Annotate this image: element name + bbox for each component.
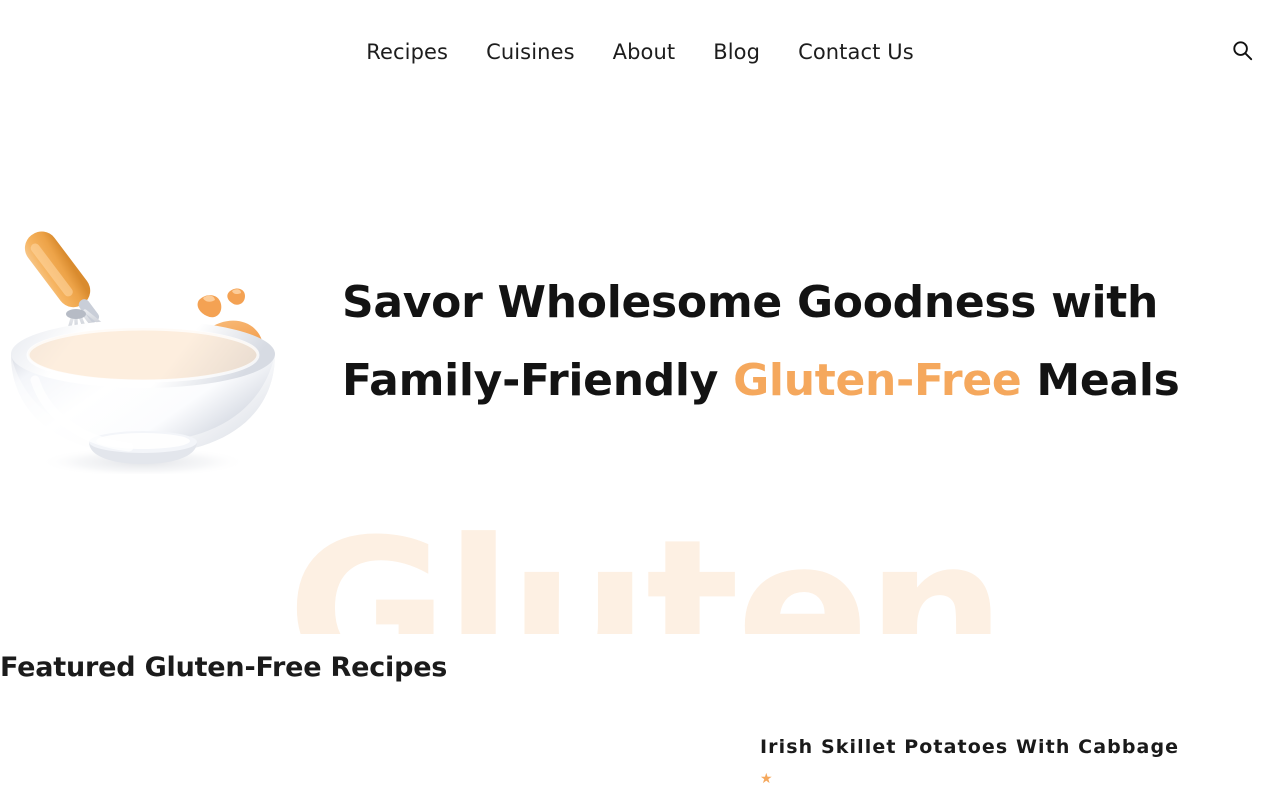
page-root: Recipes Cuisines About Blog Contact Us G… [0,0,1280,800]
nav-list: Recipes Cuisines About Blog Contact Us [347,36,933,69]
hero-watermark-line-1: Gluten [287,498,1006,634]
main-navigation: Recipes Cuisines About Blog Contact Us [0,0,1280,104]
hero-title-line-1: Savor Wholesome Goodness with [342,277,1159,328]
hero-title: Savor Wholesome Goodness with Family-Fri… [342,264,1222,420]
featured-section-heading: Featured Gluten-Free Recipes [0,652,448,683]
hero-copy: Savor Wholesome Goodness with Family-Fri… [342,264,1222,420]
hero-title-suffix: Meals [1021,355,1180,406]
nav-item-about[interactable]: About [594,36,695,69]
nav-item-cuisines[interactable]: Cuisines [467,36,594,69]
mixing-bowl-image [0,204,293,474]
recipe-card-title[interactable]: Irish Skillet Potatoes With Cabbage [760,734,1180,760]
search-button[interactable] [1226,36,1258,68]
hero-section: Gluten Free [0,104,1280,634]
featured-recipes-section: Featured Gluten-Free Recipes Irish Skill… [0,634,1280,800]
recipe-card[interactable]: Irish Skillet Potatoes With Cabbage ★ [760,734,1180,786]
hero-title-prefix: Family-Friendly [342,355,734,406]
nav-item-recipes[interactable]: Recipes [347,36,467,69]
hero-title-line-2: Family-Friendly Gluten-Free Meals [342,342,1222,420]
hero-title-accent: Gluten-Free [733,355,1022,406]
star-icon: ★ [760,772,773,786]
search-icon [1232,40,1253,64]
recipe-card-rating: ★ [760,772,1180,786]
nav-item-blog[interactable]: Blog [694,36,779,69]
nav-item-contact-us[interactable]: Contact Us [779,36,933,69]
